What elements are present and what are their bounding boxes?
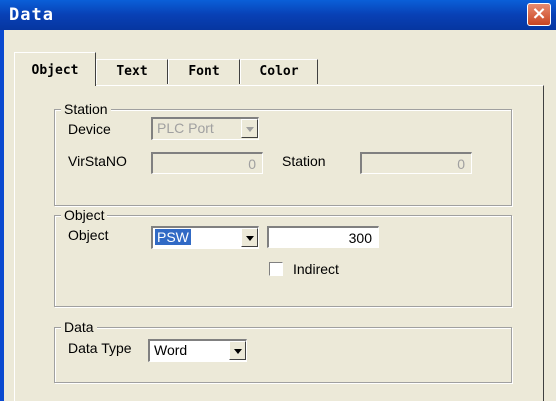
tab-object[interactable]: Object	[14, 52, 96, 86]
object-type-select[interactable]: PSW	[151, 226, 259, 249]
tab-color[interactable]: Color	[240, 59, 318, 84]
virstano-label: VirStaNO	[68, 153, 127, 169]
object-type-dropdown-button[interactable]	[241, 228, 258, 247]
indirect-checkbox[interactable]	[269, 262, 283, 276]
tab-panel-object: Station Device PLC Port VirStaNO 0 Stati…	[14, 85, 544, 401]
close-button[interactable]: ×	[527, 3, 551, 26]
device-select[interactable]: PLC Port	[151, 117, 259, 140]
device-value: PLC Port	[157, 120, 214, 136]
station-label: Station	[282, 153, 326, 169]
station-field[interactable]: 0	[360, 152, 472, 174]
object-group-legend: Object	[61, 207, 108, 223]
data-group-legend: Data	[61, 319, 97, 335]
object-type-value: PSW	[155, 229, 191, 245]
chevron-down-icon	[246, 236, 254, 241]
data-type-dropdown-button[interactable]	[229, 341, 246, 360]
data-type-label: Data Type	[68, 340, 132, 356]
chevron-down-icon	[234, 349, 242, 354]
data-type-select[interactable]: Word	[148, 339, 247, 362]
window-border	[0, 30, 4, 401]
data-type-value: Word	[154, 342, 188, 358]
tab-text[interactable]: Text	[96, 59, 168, 84]
window-title: Data	[9, 5, 54, 25]
virstano-field[interactable]: 0	[151, 152, 263, 174]
device-label: Device	[68, 121, 111, 137]
object-address-field[interactable]: 300	[267, 226, 379, 248]
chevron-down-icon	[246, 127, 254, 132]
device-dropdown-button[interactable]	[241, 119, 258, 138]
close-icon: ×	[531, 3, 547, 24]
indirect-label: Indirect	[293, 261, 339, 277]
object-label: Object	[68, 227, 109, 243]
title-bar: Data ×	[0, 0, 556, 30]
object-group: Object Object PSW 300 Indirect	[54, 207, 512, 307]
station-group-legend: Station	[61, 101, 111, 117]
station-group: Station Device PLC Port VirStaNO 0 Stati…	[54, 101, 512, 206]
tab-font[interactable]: Font	[168, 59, 240, 84]
data-group: Data Data Type Word	[54, 319, 512, 383]
